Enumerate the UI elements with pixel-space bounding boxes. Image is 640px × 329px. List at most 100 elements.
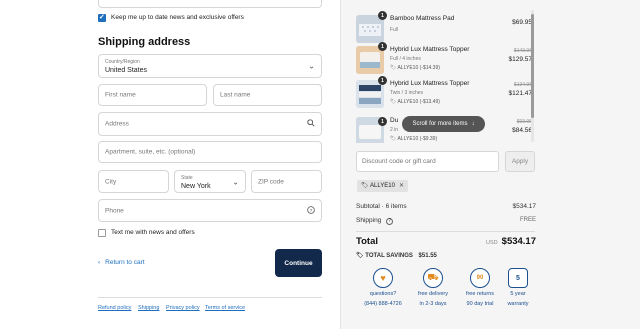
item-price: $121.47 xyxy=(508,90,533,97)
chevron-down-icon: ⌄ xyxy=(308,61,315,71)
quantity-badge: 1 xyxy=(378,42,387,51)
terms-of-service-link[interactable]: Terms of service xyxy=(205,305,245,311)
item-variant: 2 in xyxy=(390,127,399,133)
return-to-cart-label: Return to cart xyxy=(105,259,145,266)
zip-placeholder: ZIP code xyxy=(258,178,284,185)
refund-policy-link[interactable]: Refund policy xyxy=(98,305,131,311)
promo-line2: (844) 888-4726 xyxy=(364,301,402,307)
item-discount-text: ALLYE10 (-$9.39) xyxy=(397,136,438,142)
last-name-placeholder: Last name xyxy=(220,91,251,99)
item-discount-text: ALLYE10 (-$14.39) xyxy=(397,65,440,71)
item-original-price: $134.96 xyxy=(513,82,532,88)
cart-scrollbar-thumb[interactable] xyxy=(531,14,534,118)
item-original-price: $93.95 xyxy=(516,119,532,125)
item-name: Bamboo Mattress Pad xyxy=(390,15,455,22)
state-value: New York xyxy=(181,183,211,190)
help-icon[interactable]: ? xyxy=(307,205,315,216)
warranty-badge: 5 xyxy=(516,274,520,282)
apartment-field[interactable]: Apartment, suite, etc. (optional) xyxy=(98,141,322,163)
item-name: Hybrid Lux Mattress Topper xyxy=(390,46,470,53)
city-placeholder: City xyxy=(105,178,117,185)
promo-line1: free delivery xyxy=(418,291,448,297)
continue-button[interactable]: Continue xyxy=(275,249,322,277)
item-variant: Full / 4 inches xyxy=(390,56,421,62)
checkout-form-pane: Keep me up to date news and exclusive of… xyxy=(0,0,340,329)
item-price: $84.56 xyxy=(512,127,532,134)
promo-line2: 90 day trial xyxy=(466,301,494,307)
item-variant: Full xyxy=(390,27,399,33)
remove-discount-icon[interactable]: ✕ xyxy=(399,182,404,189)
truck-icon: ⛟ xyxy=(423,268,443,288)
discount-input[interactable]: Discount code or gift card xyxy=(356,151,499,172)
scroll-hint-pill[interactable]: Scroll for more items ↓ xyxy=(402,116,485,132)
shipping-policy-link[interactable]: Shipping xyxy=(138,305,159,311)
chevron-left-icon: ‹ xyxy=(98,259,101,266)
item-discount: 🏷︎ ALLYE10 (-$14.39) xyxy=(390,65,440,71)
info-icon[interactable]: ? xyxy=(386,218,394,225)
item-original-price: $143.96 xyxy=(513,48,532,54)
savings-label: TOTAL SAVINGS xyxy=(365,253,413,259)
total-label: Total xyxy=(356,236,378,247)
quantity-badge: 1 xyxy=(378,11,387,20)
chevron-down-icon: ⌄ xyxy=(232,177,239,186)
country-select[interactable]: Country/Region United States ⌄ xyxy=(98,54,322,78)
shipping-row: Shipping ? xyxy=(356,217,394,225)
summary-divider xyxy=(356,231,535,232)
item-variant: Twin / 3 inches xyxy=(390,90,424,96)
item-price: $69.95 xyxy=(512,19,532,26)
heart-chat-icon: ♥ xyxy=(373,268,393,288)
svg-text:?: ? xyxy=(310,207,313,213)
tag-icon: 🏷︎ xyxy=(361,183,369,189)
newsletter-checkbox[interactable] xyxy=(98,13,106,22)
total-value: $534.17 xyxy=(501,236,536,247)
item-discount: 🏷︎ ALLYE10 (-$9.39) xyxy=(390,136,437,142)
promo-delivery: ⛟ free delivery in 2-3 days xyxy=(413,268,453,308)
search-icon[interactable] xyxy=(307,119,315,129)
text-me-label: Text me with news and offers xyxy=(111,229,195,236)
first-name-field[interactable]: First name xyxy=(98,84,207,106)
cart-item: 1 Hybrid Lux Mattress Topper Twin / 3 in… xyxy=(356,76,533,114)
promo-line2: in 2-3 days xyxy=(419,301,447,307)
phone-field[interactable]: Phone ? xyxy=(98,199,322,222)
applied-code: ALLYE10 xyxy=(370,183,395,189)
item-discount: 🏷︎ ALLYE10 (-$13.49) xyxy=(390,99,440,105)
arrow-down-icon: ↓ xyxy=(471,121,475,127)
email-field[interactable] xyxy=(98,0,322,8)
scroll-hint-text: Scroll for more items xyxy=(412,121,468,127)
last-name-field[interactable]: Last name xyxy=(213,84,322,106)
apartment-placeholder: Apartment, suite, etc. (optional) xyxy=(105,148,196,156)
return-to-cart-link[interactable]: ‹ Return to cart xyxy=(98,259,145,266)
item-name: Hybrid Lux Mattress Topper xyxy=(390,80,470,87)
privacy-policy-link[interactable]: Privacy policy xyxy=(166,305,200,311)
state-select[interactable]: State New York ⌄ xyxy=(174,170,246,193)
address-field[interactable]: Address xyxy=(98,112,322,136)
country-value: United States xyxy=(105,67,148,74)
state-label: State xyxy=(181,175,193,181)
address-placeholder: Address xyxy=(105,120,129,128)
phone-placeholder: Phone xyxy=(105,207,124,214)
item-discount-text: ALLYE10 (-$13.49) xyxy=(397,99,440,105)
footer-divider xyxy=(98,297,322,298)
subtotal-label: Subtotal · 6 items xyxy=(356,203,407,210)
subtotal-value: $534.17 xyxy=(512,203,537,210)
first-name-placeholder: First name xyxy=(105,91,136,99)
shipping-value: FREE xyxy=(519,217,536,223)
promo-line1: 5 year xyxy=(510,291,526,297)
promo-line1: free returns xyxy=(465,291,495,297)
shipping-heading: Shipping address xyxy=(98,36,191,48)
quantity-badge: 1 xyxy=(378,76,387,85)
shipping-label: Shipping xyxy=(356,217,382,224)
promo-returns: 90 free returns 90 day trial xyxy=(460,268,500,308)
total-amount: USD $534.17 xyxy=(486,236,536,247)
returns-badge: 90 xyxy=(476,275,484,281)
zip-field[interactable]: ZIP code xyxy=(251,170,322,193)
country-label: Country/Region xyxy=(105,59,140,65)
city-field[interactable]: City xyxy=(98,170,169,193)
apply-button[interactable]: Apply xyxy=(505,151,535,172)
applied-discount-chip: 🏷︎ ALLYE10 ✕ xyxy=(357,180,408,192)
promo-line2: warranty xyxy=(507,301,529,307)
savings-value: $51.55 xyxy=(418,253,437,259)
item-name: Du xyxy=(390,117,399,124)
text-me-checkbox[interactable] xyxy=(98,229,106,237)
currency-code: USD xyxy=(486,240,498,246)
